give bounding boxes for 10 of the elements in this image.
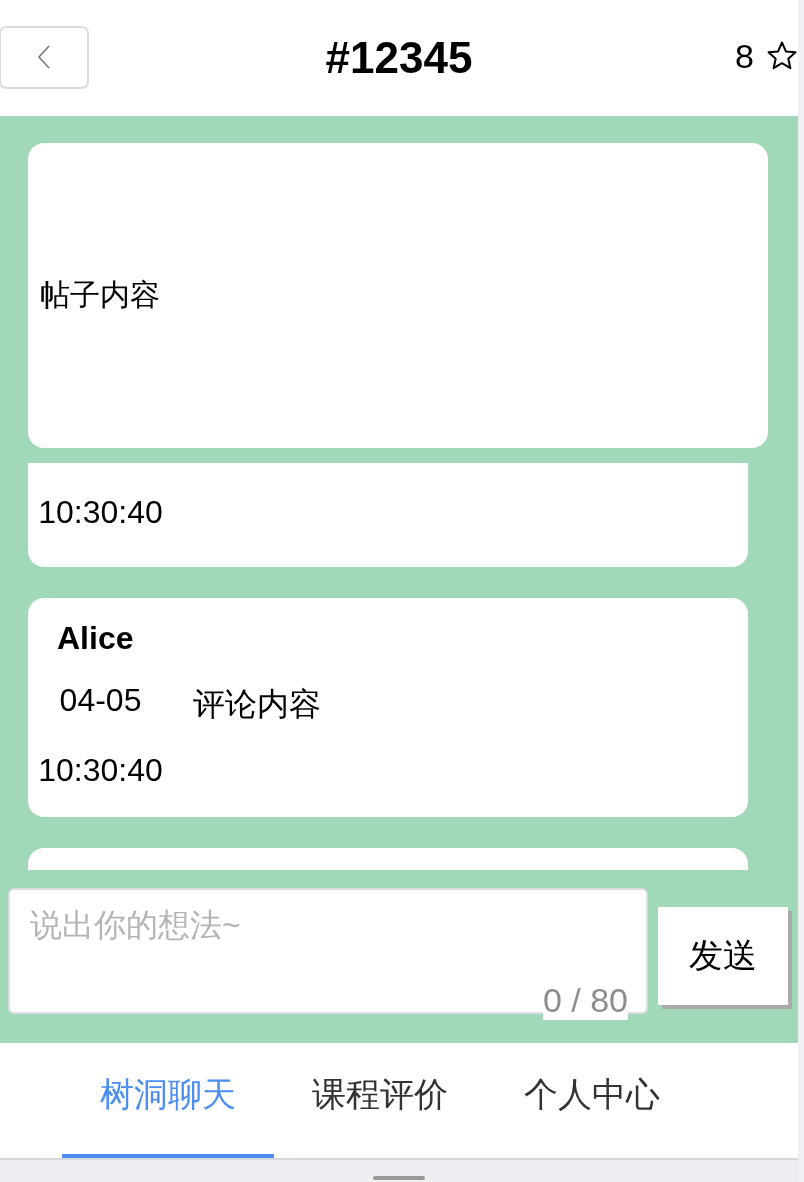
star-count: 8 <box>735 36 754 76</box>
comment-text: 评论内容 <box>193 685 321 724</box>
post-content: 帖子内容 <box>40 277 160 313</box>
page-title: #12345 <box>325 33 473 83</box>
home-indicator <box>373 1176 425 1180</box>
comment-time: 04-05 10:30:40 <box>37 681 164 790</box>
comment-time: 10:30:40 <box>37 493 164 532</box>
chevron-left-icon <box>36 44 52 70</box>
comment-author: Alice <box>57 620 135 657</box>
star-icon[interactable] <box>766 40 798 72</box>
